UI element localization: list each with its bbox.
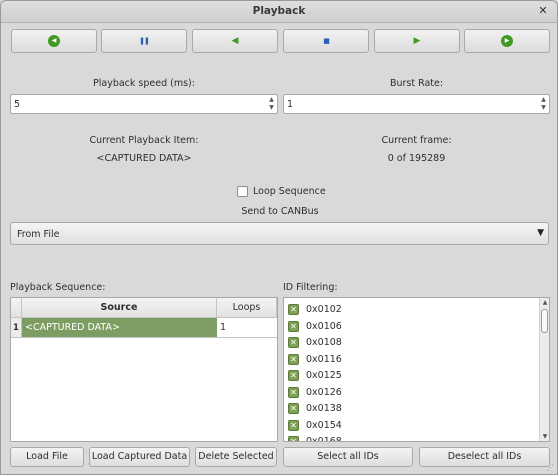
reverse-button[interactable]: ◀ — [192, 29, 278, 53]
stop-button[interactable]: ■ — [283, 29, 369, 53]
load-file-button[interactable]: Load File — [10, 447, 84, 467]
id-filter-label: 0x0125 — [306, 370, 342, 381]
delete-selected-button[interactable]: Delete Selected — [195, 447, 277, 467]
burst-rate-value: 1 — [287, 99, 294, 110]
playback-sequence-label: Playback Sequence: — [10, 282, 106, 293]
playback-speed-spinbox[interactable]: 5 ▲ ▼ — [10, 94, 278, 114]
playback-speed-value: 5 — [14, 99, 21, 110]
send-to-canbus-selected: From File — [17, 229, 60, 240]
play-icon: ▶ — [413, 36, 421, 46]
current-frame-value: 0 of 195289 — [387, 153, 446, 164]
table-cell-source[interactable]: <CAPTURED DATA> — [22, 318, 217, 338]
checked-checkbox-icon[interactable]: ✕ — [288, 370, 299, 381]
id-filter-label: 0x0102 — [306, 304, 342, 315]
send-to-canbus-label: Send to CANBus — [241, 206, 319, 217]
circle-left-arrow-icon: ◀ — [48, 35, 60, 47]
deselect-all-ids-button[interactable]: Deselect all IDs — [419, 447, 550, 467]
step-forward-button[interactable]: ▶ — [464, 29, 550, 53]
playback-window: Playback ✕ ◀ ❚❚ ◀ ■ ▶ ▶ Playback speed (… — [0, 0, 558, 475]
column-header-source[interactable]: Source — [22, 298, 217, 318]
id-filter-list[interactable]: ✕ 0x0102 ✕ 0x0106 ✕ 0x0108 ✕ 0x0116 ✕ 0x0125 ✕ 0x01… — [283, 297, 550, 442]
loop-sequence-checkbox[interactable] — [237, 186, 248, 197]
playback-sequence-table[interactable]: Source Loops 1 <CAPTURED DATA> 1 — [10, 297, 278, 442]
checked-checkbox-icon[interactable]: ✕ — [288, 419, 299, 431]
id-filtering-label: ID Filtering: — [283, 282, 338, 293]
scrollbar-thumb[interactable] — [541, 309, 548, 333]
id-filter-label: 0x0126 — [306, 386, 342, 398]
checked-checkbox-icon[interactable]: ✕ — [288, 320, 299, 332]
table-corner — [11, 298, 22, 318]
load-captured-data-button[interactable]: Load Captured Data — [89, 447, 190, 467]
id-filter-label: 0x0138 — [306, 403, 342, 414]
play-reverse-icon: ◀ — [231, 36, 239, 46]
checked-checkbox-icon[interactable]: ✕ — [288, 337, 299, 348]
current-item-value: <CAPTURED DATA> — [96, 153, 192, 164]
current-frame-label: Current frame: — [381, 135, 452, 146]
window-title: Playback — [252, 5, 306, 17]
step-back-button[interactable]: ◀ — [11, 29, 97, 53]
column-header-loops[interactable]: Loops — [217, 298, 277, 318]
current-item-label: Current Playback Item: — [89, 135, 199, 146]
pause-icon: ❚❚ — [139, 37, 150, 45]
id-filter-label: 0x0108 — [306, 337, 342, 348]
playback-speed-label: Playback speed (ms): — [93, 78, 195, 89]
spin-arrows-icon[interactable]: ▲ ▼ — [539, 96, 548, 112]
checked-checkbox-icon[interactable]: ✕ — [288, 304, 299, 315]
scroll-down-icon[interactable]: ▼ — [540, 433, 549, 440]
stop-icon: ■ — [323, 37, 330, 45]
spin-arrows-icon[interactable]: ▲ ▼ — [267, 96, 276, 112]
table-cell-loops[interactable]: 1 — [217, 318, 277, 338]
title-bar[interactable]: Playback ✕ — [1, 1, 557, 23]
row-header[interactable]: 1 — [11, 318, 22, 338]
circle-right-arrow-icon: ▶ — [501, 35, 513, 47]
chevron-down-icon: ▼ — [537, 228, 544, 238]
checked-checkbox-icon[interactable]: ✕ — [288, 436, 299, 441]
id-filter-label: 0x0168 — [306, 436, 342, 442]
id-filter-label: 0x0106 — [306, 320, 342, 332]
loop-sequence-label[interactable]: Loop Sequence — [253, 186, 326, 197]
resize-grip-icon[interactable]: ⋰ — [546, 463, 554, 472]
scroll-up-icon[interactable]: ▲ — [540, 299, 549, 306]
close-icon[interactable]: ✕ — [536, 4, 550, 18]
burst-rate-spinbox[interactable]: 1 ▲ ▼ — [283, 94, 550, 114]
burst-rate-label: Burst Rate: — [389, 78, 444, 89]
checked-checkbox-icon[interactable]: ✕ — [288, 353, 299, 365]
pause-button[interactable]: ❚❚ — [101, 29, 187, 53]
id-filter-label: 0x0154 — [306, 419, 342, 431]
select-all-ids-button[interactable]: Select all IDs — [283, 447, 413, 467]
checked-checkbox-icon[interactable]: ✕ — [288, 403, 299, 414]
id-filter-label: 0x0116 — [306, 353, 342, 365]
checked-checkbox-icon[interactable]: ✕ — [288, 386, 299, 398]
vertical-scrollbar[interactable]: ▲ ▼ — [539, 298, 549, 441]
play-button[interactable]: ▶ — [374, 29, 460, 53]
send-to-canbus-dropdown[interactable]: From File ▼ — [10, 222, 549, 245]
